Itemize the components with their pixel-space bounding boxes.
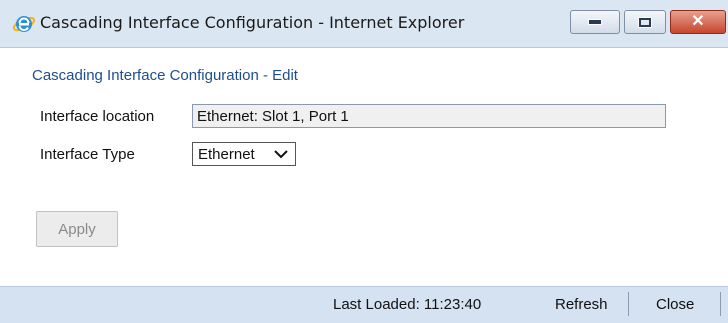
- refresh-button[interactable]: Refresh: [555, 296, 608, 313]
- footer-divider: [628, 292, 629, 316]
- minimize-icon: [588, 19, 602, 25]
- interface-type-select[interactable]: Ethernet: [192, 142, 296, 166]
- close-button[interactable]: Close: [656, 296, 694, 313]
- window-title: Cascading Interface Configuration - Inte…: [40, 13, 465, 32]
- minimize-button[interactable]: [570, 10, 620, 34]
- interface-location-field[interactable]: [192, 104, 666, 128]
- interface-location-label: Interface location: [40, 108, 155, 125]
- interface-type-label: Interface Type: [40, 146, 135, 163]
- maximize-icon: [638, 16, 652, 28]
- footer-divider: [720, 292, 721, 316]
- interface-type-value: Ethernet: [198, 145, 255, 163]
- close-window-button[interactable]: ✕: [670, 10, 726, 34]
- footer-bar: Last Loaded: 11:23:40 Refresh Close: [0, 286, 728, 323]
- page-title: Cascading Interface Configuration - Edit: [32, 67, 298, 84]
- chevron-down-icon: [274, 150, 288, 159]
- close-icon: ✕: [691, 13, 705, 30]
- window-titlebar: Cascading Interface Configuration - Inte…: [0, 0, 728, 48]
- internet-explorer-icon: [12, 16, 36, 32]
- maximize-button[interactable]: [624, 10, 666, 34]
- last-loaded-status: Last Loaded: 11:23:40: [333, 296, 482, 313]
- apply-button[interactable]: Apply: [36, 211, 118, 247]
